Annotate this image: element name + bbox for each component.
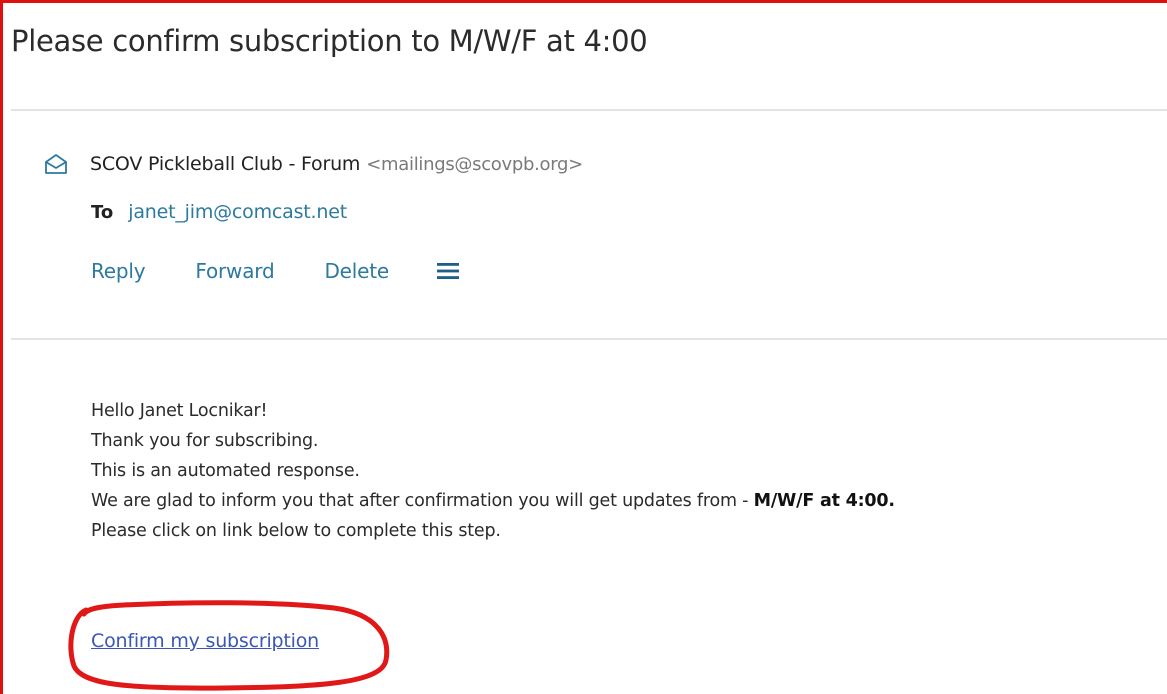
delete-button[interactable]: Delete bbox=[324, 259, 389, 283]
sender-name: SCOV Pickleball Club - Forum bbox=[90, 153, 361, 175]
confirm-subscription-link[interactable]: Confirm my subscription bbox=[91, 630, 319, 652]
screenshot-frame bbox=[0, 0, 1167, 694]
greeting-line: Hello Janet Locnikar! bbox=[91, 401, 268, 421]
reply-button[interactable]: Reply bbox=[91, 259, 146, 283]
email-subject: Please confirm subscription to M/W/F at … bbox=[11, 24, 648, 58]
recipient-address-link[interactable]: janet_jim@comcast.net bbox=[128, 201, 347, 223]
open-envelope-icon bbox=[44, 153, 68, 175]
group-name-bold: M/W/F at 4:00. bbox=[753, 491, 895, 511]
automated-line: This is an automated response. bbox=[91, 461, 360, 481]
header-divider bbox=[11, 109, 1167, 111]
forward-button[interactable]: Forward bbox=[195, 259, 274, 283]
message-body: Hello Janet Locnikar! Thank you for subs… bbox=[91, 396, 895, 546]
inform-line: We are glad to inform you that after con… bbox=[91, 486, 895, 516]
sender-email: <mailings@scovpb.org> bbox=[366, 153, 583, 175]
body-divider bbox=[11, 338, 1167, 340]
message-actions: Reply Forward Delete bbox=[91, 259, 459, 283]
instruction-line: Please click on link below to complete t… bbox=[91, 521, 501, 541]
thanks-line: Thank you for subscribing. bbox=[91, 431, 319, 451]
to-label: To bbox=[91, 202, 114, 223]
recipient-row: To janet_jim@comcast.net bbox=[91, 201, 347, 223]
hamburger-menu-icon[interactable] bbox=[436, 262, 459, 280]
sender-row: SCOV Pickleball Club - Forum <mailings@s… bbox=[44, 153, 583, 175]
inform-line-text: We are glad to inform you that after con… bbox=[91, 491, 754, 511]
